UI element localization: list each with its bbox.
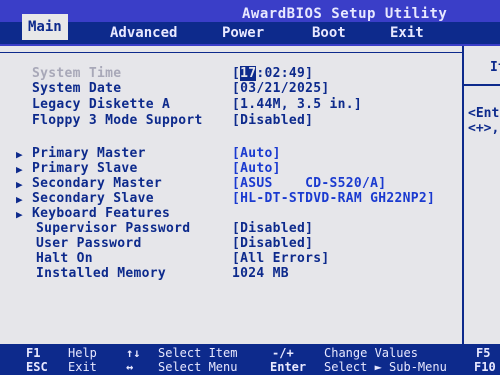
setting-row-floppy-3mode[interactable]: Floppy 3 Mode Support [Disabled] [0, 113, 462, 128]
key-pm-desc: Change Values [324, 346, 418, 360]
user-password-label: User Password [36, 236, 142, 251]
halt-on-label: Halt On [36, 251, 93, 266]
key-esc-desc: Exit [68, 360, 97, 374]
legacy-diskette-label: Legacy Diskette A [32, 97, 171, 112]
halt-on-value[interactable]: [All Errors] [232, 251, 330, 266]
system-date-value[interactable]: [03/21/2025] [232, 81, 330, 96]
primary-master-value: [Auto] [232, 146, 281, 161]
key-esc: ESC [26, 360, 48, 374]
setting-row-primary-master[interactable]: ▶ Primary Master [Auto] [0, 146, 462, 161]
key-f10: F10 [474, 360, 496, 374]
key-legend-bar: F1 Help ↑↓ Select Item -/+ Change Values… [0, 344, 500, 375]
menu-bar: Main Advanced Power Boot Exit [0, 14, 500, 44]
setting-row-supervisor-password[interactable]: Supervisor Password [Disabled] [0, 221, 462, 236]
submenu-arrow-icon: ▶ [16, 193, 23, 206]
help-divider [464, 84, 500, 86]
key-f1: F1 [26, 346, 41, 360]
keyboard-features-label: Keyboard Features [32, 206, 171, 221]
setting-row-installed-memory: Installed Memory 1024 MB [0, 266, 462, 281]
tab-boot[interactable]: Boot [312, 22, 346, 44]
tab-power[interactable]: Power [222, 22, 264, 44]
key-plus-minus: -/+ [272, 346, 294, 360]
help-line-1: <Ent [468, 106, 500, 121]
primary-slave-value: [Auto] [232, 161, 281, 176]
key-lr-desc: Select Menu [158, 360, 238, 374]
setting-row-secondary-slave[interactable]: ▶ Secondary Slave [HL-DT-STDVD-RAM GH22N… [0, 191, 462, 206]
setting-row-halt-on[interactable]: Halt On [All Errors] [0, 251, 462, 266]
help-panel: It <Ent <+>, [462, 46, 500, 344]
secondary-slave-label: Secondary Slave [32, 191, 154, 206]
floppy-3mode-value[interactable]: [Disabled] [232, 113, 313, 128]
supervisor-password-value[interactable]: [Disabled] [232, 221, 313, 236]
help-line-2: <+>, [468, 121, 500, 136]
panel-border [0, 52, 462, 53]
tab-exit[interactable]: Exit [390, 22, 424, 44]
submenu-arrow-icon: ▶ [16, 208, 23, 221]
installed-memory-value: 1024 MB [232, 266, 289, 281]
supervisor-password-label: Supervisor Password [36, 221, 191, 236]
system-time-value[interactable]: [17:02:49] [232, 66, 313, 81]
system-time-rest: :02:49] [256, 66, 314, 81]
secondary-master-label: Secondary Master [32, 176, 163, 191]
primary-slave-label: Primary Slave [32, 161, 138, 176]
secondary-slave-value: [HL-DT-STDVD-RAM GH22NP2] [232, 191, 436, 206]
setting-row-secondary-master[interactable]: ▶ Secondary Master [ASUS CD-S520/A] [0, 176, 462, 191]
floppy-3mode-label: Floppy 3 Mode Support [32, 113, 203, 128]
key-ud-desc: Select Item [158, 346, 238, 360]
help-title: It [490, 60, 500, 75]
key-enter-desc: Select ► Sub-Menu [324, 360, 447, 374]
bios-screen: AwardBIOS Setup Utility Main Advanced Po… [0, 0, 500, 375]
key-f5: F5 [476, 346, 491, 360]
setting-row-keyboard-features[interactable]: ▶ Keyboard Features [0, 206, 462, 221]
setting-row-legacy-diskette[interactable]: Legacy Diskette A [1.44M, 3.5 in.] [0, 97, 462, 112]
settings-panel: System Time [17:02:49] System Date [03/2… [0, 46, 464, 344]
secondary-master-value: [ASUS CD-S520/A] [232, 176, 387, 191]
up-down-arrows-icon: ↑↓ [126, 346, 141, 360]
primary-master-label: Primary Master [32, 146, 146, 161]
submenu-arrow-icon: ▶ [16, 178, 23, 191]
system-date-label: System Date [32, 81, 122, 96]
installed-memory-label: Installed Memory [36, 266, 167, 281]
submenu-arrow-icon: ▶ [16, 163, 23, 176]
submenu-arrow-icon: ▶ [16, 148, 23, 161]
setting-row-user-password[interactable]: User Password [Disabled] [0, 236, 462, 251]
system-time-label: System Time [32, 66, 122, 81]
setting-row-primary-slave[interactable]: ▶ Primary Slave [Auto] [0, 161, 462, 176]
tab-advanced[interactable]: Advanced [110, 22, 177, 44]
system-time-hour[interactable]: 17 [240, 66, 257, 81]
left-right-arrows-icon: ↔ [126, 360, 134, 374]
key-f1-desc: Help [68, 346, 97, 360]
legacy-diskette-value[interactable]: [1.44M, 3.5 in.] [232, 97, 362, 112]
key-enter: Enter [270, 360, 307, 374]
user-password-value[interactable]: [Disabled] [232, 236, 313, 251]
tab-main[interactable]: Main [22, 14, 68, 40]
setting-row-system-time[interactable]: System Time [17:02:49] [0, 66, 462, 81]
window-title: AwardBIOS Setup Utility [242, 6, 448, 22]
setting-row-system-date[interactable]: System Date [03/21/2025] [0, 81, 462, 96]
